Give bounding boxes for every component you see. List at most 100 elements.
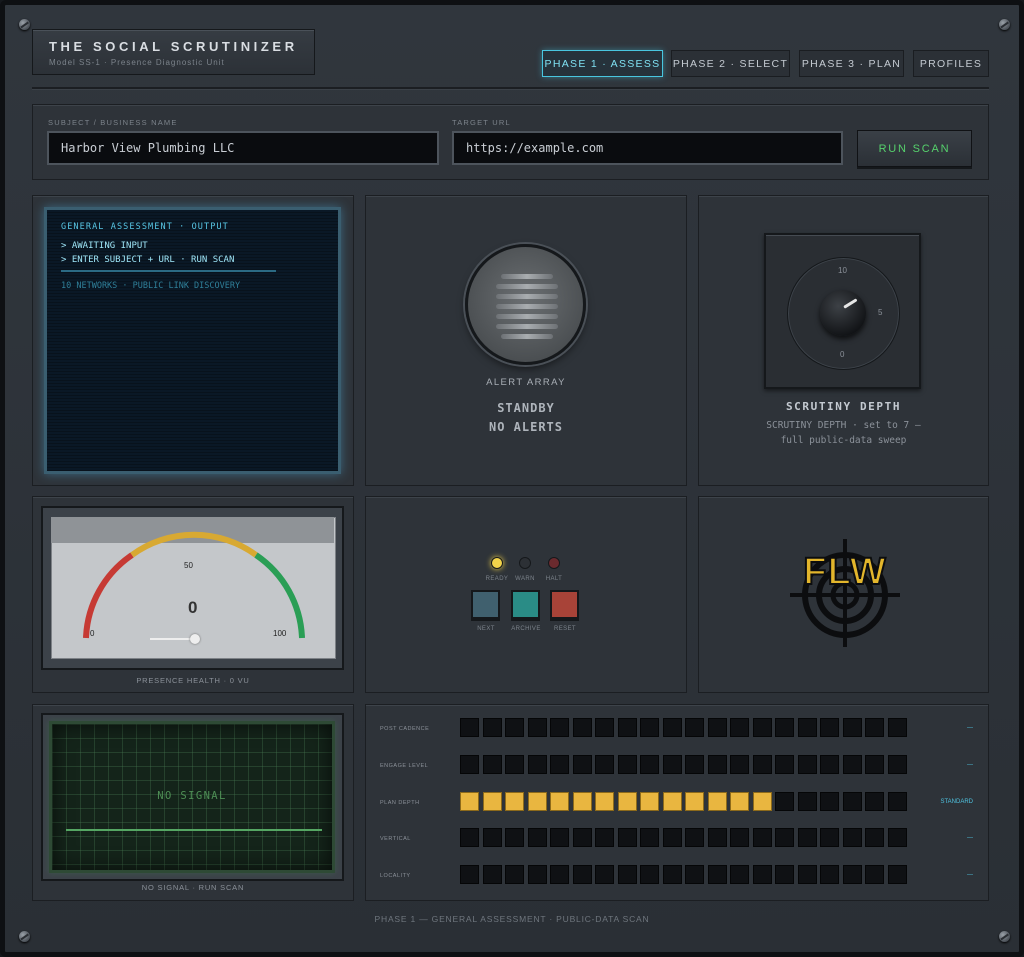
bar-segment — [527, 792, 547, 811]
control-button-label: RESET — [553, 626, 576, 632]
bar-segment — [527, 755, 547, 774]
bar-segment — [550, 755, 569, 774]
bar-segment — [595, 755, 614, 774]
bar-segment — [640, 865, 659, 884]
bar-segment — [797, 865, 817, 884]
screw-icon — [19, 19, 30, 30]
bar-segment — [482, 865, 502, 884]
depth-title: SCRUTINY DEPTH — [785, 400, 902, 413]
tab-phase-1-assess[interactable]: PHASE 1 · ASSESS — [542, 50, 663, 77]
status-led-warn — [519, 557, 531, 569]
bar-segment — [842, 792, 862, 811]
bar-segment — [820, 865, 839, 884]
url-input[interactable]: https://example.com — [452, 131, 843, 165]
meter-tick-min: 0 — [90, 629, 95, 638]
bar-segment — [550, 792, 569, 811]
bar-segment — [707, 755, 727, 774]
bar-segment — [617, 828, 637, 847]
bar-segment — [505, 718, 524, 737]
archive-button[interactable] — [511, 590, 540, 619]
bar-segment — [820, 828, 839, 847]
screw-icon — [19, 931, 30, 942]
bar-segment — [572, 718, 592, 737]
bar-segment — [527, 865, 547, 884]
subject-input[interactable]: Harbor View Plumbing LLC — [47, 131, 439, 165]
bar-segment — [775, 828, 794, 847]
next-button[interactable] — [471, 590, 500, 619]
run-scan-button[interactable]: RUN SCAN — [857, 130, 972, 167]
meter-bezel: 0 50 100 0 — [41, 506, 344, 670]
bar-segment — [482, 755, 502, 774]
meter-needle-pivot — [190, 634, 200, 644]
alert-status-detail: NO ALERTS — [488, 420, 564, 434]
control-button-label: NEXT — [477, 626, 495, 632]
bar-segment — [617, 718, 637, 737]
bar-segment — [887, 828, 907, 847]
header-divider — [32, 87, 989, 90]
bar-segment — [595, 792, 614, 811]
bar-segment — [775, 792, 794, 811]
screw-icon — [999, 19, 1010, 30]
scope-caption: NO SIGNAL · RUN SCAN — [141, 883, 245, 892]
bar-segment — [842, 865, 862, 884]
bar-segment — [887, 792, 907, 811]
depth-description: SCRUTINY DEPTH · set to 7 — — [766, 420, 921, 431]
depth-description-detail: full public-data sweep — [780, 435, 907, 446]
status-led-label: HALT — [545, 576, 563, 582]
bar-segment — [752, 792, 772, 811]
terminal-screen: GENERAL ASSESSMENT · OUTPUT > AWAITING I… — [44, 207, 341, 474]
terminal-line: > AWAITING INPUT — [61, 241, 148, 251]
bar-segment — [527, 828, 547, 847]
bar-segment — [550, 865, 569, 884]
bar-segment — [707, 792, 727, 811]
bar-segment — [797, 755, 817, 774]
bar-segment — [775, 865, 794, 884]
bar-segment — [730, 792, 749, 811]
bar-segment — [865, 865, 884, 884]
scope-status: NO SIGNAL — [157, 790, 227, 802]
bar-row-value: — — [967, 872, 973, 878]
bar-segment — [482, 828, 502, 847]
terminal-rule — [61, 270, 276, 272]
bar-segment — [887, 865, 907, 884]
bar-segment — [752, 828, 772, 847]
bar-row-value: STANDARD — [940, 799, 973, 805]
footer-status: PHASE 1 — GENERAL ASSESSMENT · PUBLIC-DA… — [374, 914, 650, 924]
terminal-line: 10 NETWORKS · PUBLIC LINK DISCOVERY — [61, 281, 241, 291]
bar-segment — [685, 792, 704, 811]
bar-row-label: VERTICAL — [380, 836, 411, 842]
bar-segment — [865, 755, 884, 774]
dial-tick-label: 5 — [878, 308, 883, 317]
bar-segment — [707, 718, 727, 737]
bar-row-value: — — [967, 762, 973, 768]
reset-button[interactable] — [550, 590, 579, 619]
bar-segment — [595, 828, 614, 847]
bar-segment — [572, 792, 592, 811]
tab-phase-2-select[interactable]: PHASE 2 · SELECT — [671, 50, 790, 77]
bar-segment — [865, 828, 884, 847]
tab-profiles[interactable]: PROFILES — [913, 50, 989, 77]
scrutiny-depth-knob[interactable] — [820, 290, 866, 336]
bar-segment — [617, 792, 637, 811]
bar-segment — [460, 828, 479, 847]
url-label: TARGET URL — [452, 118, 511, 127]
bar-segment — [640, 718, 659, 737]
subject-label: SUBJECT / BUSINESS NAME — [48, 118, 178, 127]
control-button-label: ARCHIVE — [511, 626, 541, 632]
bar-segment — [460, 865, 479, 884]
bar-segment — [865, 792, 884, 811]
bar-segment — [640, 828, 659, 847]
bar-segment — [662, 792, 682, 811]
bar-segment — [460, 718, 479, 737]
bar-segment — [730, 755, 749, 774]
bar-segment — [685, 828, 704, 847]
dial-tick-label: 0 — [840, 350, 845, 359]
tab-phase-3-plan[interactable]: PHASE 3 · PLAN — [799, 50, 904, 77]
alert-array-label: ALERT ARRAY — [486, 377, 566, 388]
bar-segment — [730, 718, 749, 737]
alert-speaker-icon — [465, 244, 586, 365]
bar-segment — [842, 718, 862, 737]
bar-segment — [482, 718, 502, 737]
bar-segment — [482, 792, 502, 811]
bar-segment — [730, 865, 749, 884]
